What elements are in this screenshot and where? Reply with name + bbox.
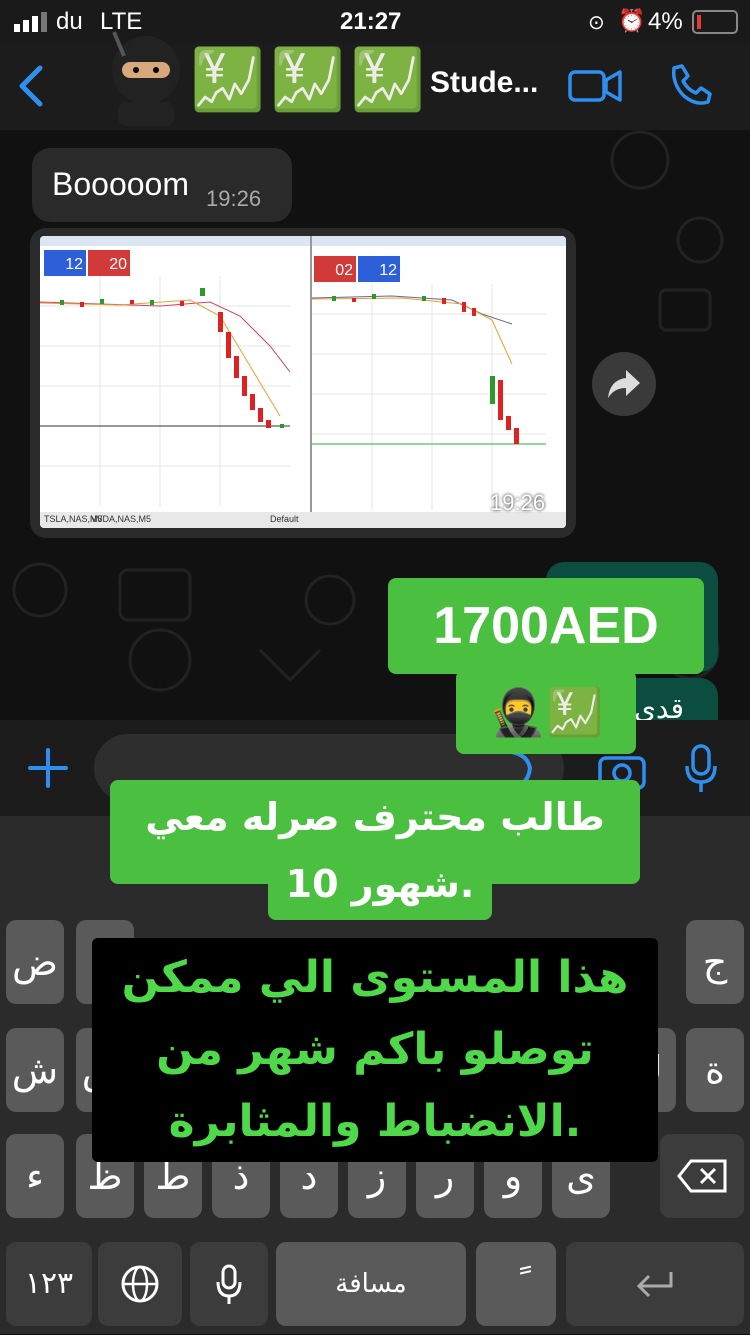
- forward-icon: [608, 370, 640, 398]
- chat-header: 💹 💹 💹 Stude...: [0, 31, 750, 130]
- globe-icon: [121, 1265, 159, 1303]
- tab-nvda[interactable]: NVDA,NAS,M5: [90, 514, 151, 524]
- return-key[interactable]: [566, 1242, 744, 1326]
- sell-price[interactable]: 02: [314, 256, 356, 282]
- plus-icon[interactable]: [26, 746, 70, 795]
- emoji-caption: 🥷💹: [456, 670, 636, 754]
- forward-button[interactable]: [592, 352, 656, 416]
- backspace-key[interactable]: [660, 1134, 744, 1218]
- key-jeem[interactable]: ج: [686, 920, 744, 1004]
- chart-panel-right: 02 12: [312, 236, 566, 512]
- message-text: Booooom: [52, 166, 189, 202]
- buy-price[interactable]: 20: [88, 250, 130, 276]
- microphone-icon[interactable]: [684, 744, 718, 799]
- price-caption: 1700AED: [388, 578, 704, 674]
- globe-key[interactable]: [98, 1242, 182, 1326]
- caption-text: هذا المستوى الي ممكن: [121, 952, 629, 1003]
- caption-text: توصلو باكم شهر من: [156, 1024, 594, 1075]
- signal-icon: [14, 12, 50, 37]
- key-ta-marbuta[interactable]: ة: [686, 1028, 744, 1112]
- carrier-label: du: [56, 8, 83, 35]
- key-sheen[interactable]: ش: [6, 1028, 64, 1112]
- numbers-key[interactable]: ١٢٣: [6, 1242, 92, 1326]
- sell-price[interactable]: 12: [44, 250, 86, 276]
- chart-emoji-icon: 💹: [350, 46, 425, 113]
- battery-percent: 4%: [648, 8, 683, 35]
- caption-text: 10 شهور.: [285, 862, 475, 906]
- caption-text: الانضباط والمثابرة.: [168, 1096, 582, 1147]
- incoming-image-message[interactable]: 12 20 02 12 TSLA,NAS,M5 NVDA,NAS,M5 Defa…: [30, 228, 576, 538]
- message-time: 19:26: [206, 186, 262, 211]
- battery-icon: [692, 10, 738, 34]
- candlestick-chart: [312, 284, 546, 510]
- return-icon: [636, 1272, 673, 1298]
- chart-panel-left: 12 20: [40, 236, 312, 512]
- workspace-label: Default: [270, 514, 299, 524]
- contact-name[interactable]: Stude...: [430, 66, 538, 100]
- candlestick-chart: [40, 276, 290, 506]
- incoming-message[interactable]: Booooom 19:26: [32, 148, 292, 222]
- tanween-key[interactable]: ً: [476, 1242, 556, 1326]
- clock: 21:27: [340, 8, 402, 35]
- video-call-icon[interactable]: [568, 66, 622, 109]
- chart-emoji-icon: 💹: [190, 46, 265, 113]
- lock-rotation-icon: ⊙: [588, 12, 605, 34]
- chart-screenshot[interactable]: 12 20 02 12 TSLA,NAS,M5 NVDA,NAS,M5 Defa…: [40, 236, 566, 528]
- caption-box-black: هذا المستوى الي ممكن توصلو باكم شهر من ا…: [92, 938, 658, 1162]
- back-icon[interactable]: [16, 64, 46, 113]
- chart-tabs: TSLA,NAS,M5 NVDA,NAS,M5 Default: [40, 512, 566, 528]
- key-dad[interactable]: ض: [6, 920, 64, 1004]
- price-text: 1700AED: [433, 597, 659, 655]
- phone-icon[interactable]: [666, 62, 712, 113]
- message-time: 19:26: [490, 490, 546, 515]
- caption-text: طالب محترف صرله معي: [145, 795, 605, 839]
- ninja-chart-emoji: 🥷💹: [488, 685, 604, 739]
- chart-titlebar: [312, 236, 566, 246]
- space-key[interactable]: مسافة: [276, 1242, 466, 1326]
- caption-line-2: 10 شهور.: [268, 856, 492, 920]
- backspace-icon: [677, 1159, 727, 1193]
- buy-price[interactable]: 12: [358, 256, 400, 282]
- chart-titlebar: [40, 236, 310, 246]
- avatar[interactable]: [108, 26, 184, 126]
- key[interactable]: ء: [6, 1134, 64, 1218]
- alarm-icon: ⏰: [618, 8, 646, 33]
- microphone-icon: [216, 1264, 242, 1304]
- dictation-key[interactable]: [190, 1242, 268, 1326]
- chart-emoji-icon: 💹: [270, 46, 345, 113]
